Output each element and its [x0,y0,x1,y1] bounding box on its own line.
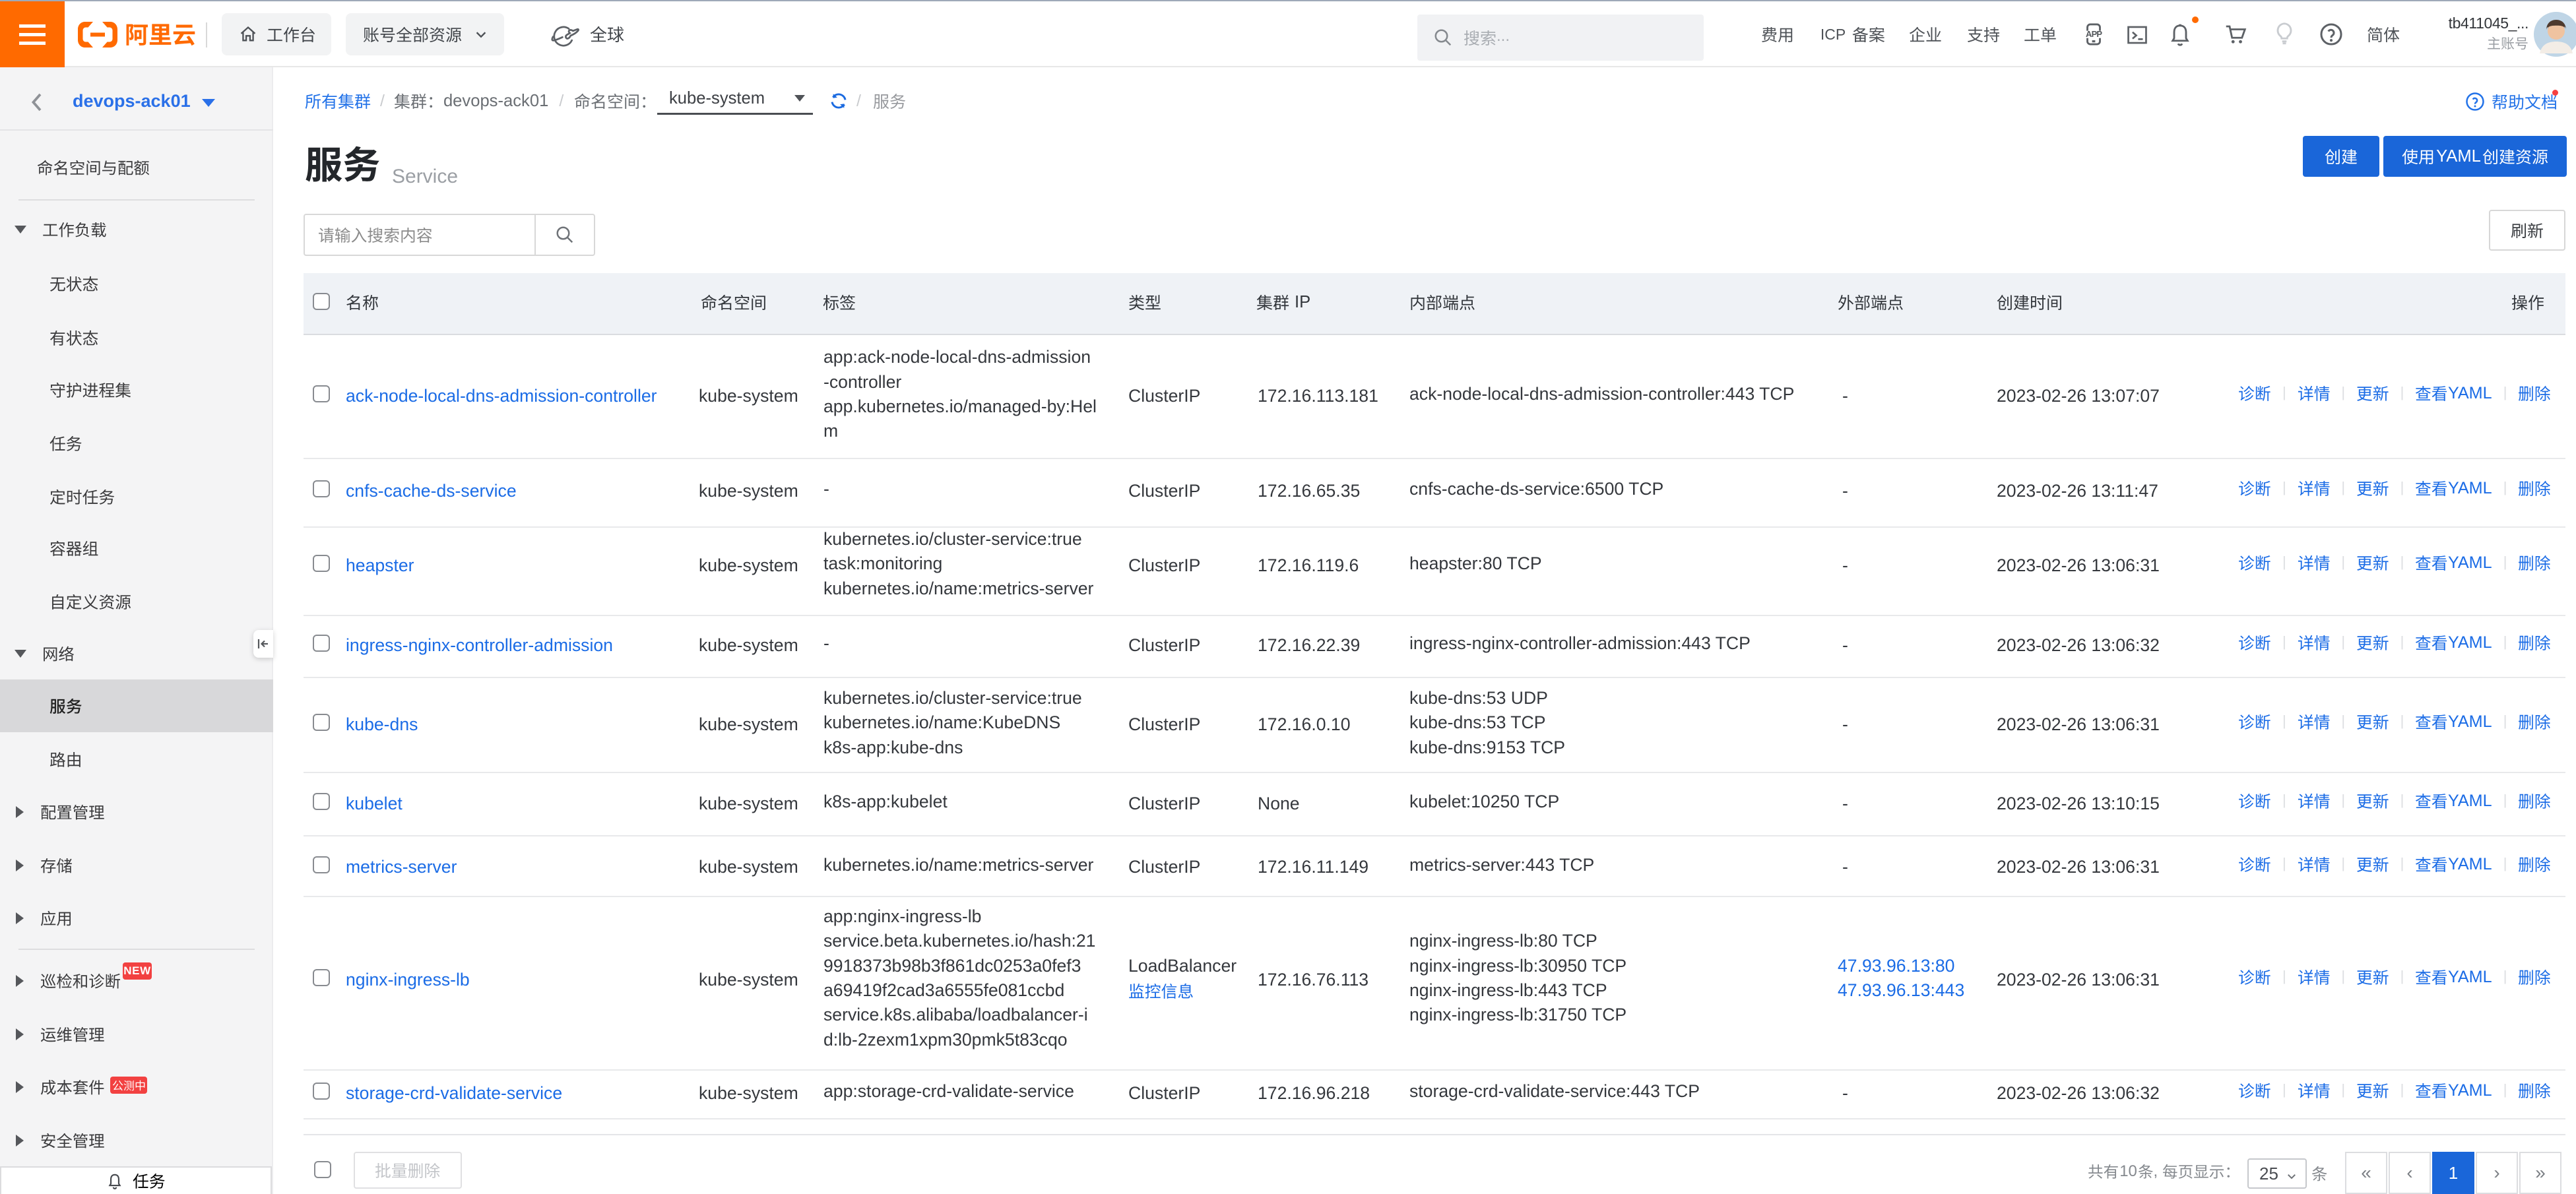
svg-text:APP: APP [2086,29,2102,39]
